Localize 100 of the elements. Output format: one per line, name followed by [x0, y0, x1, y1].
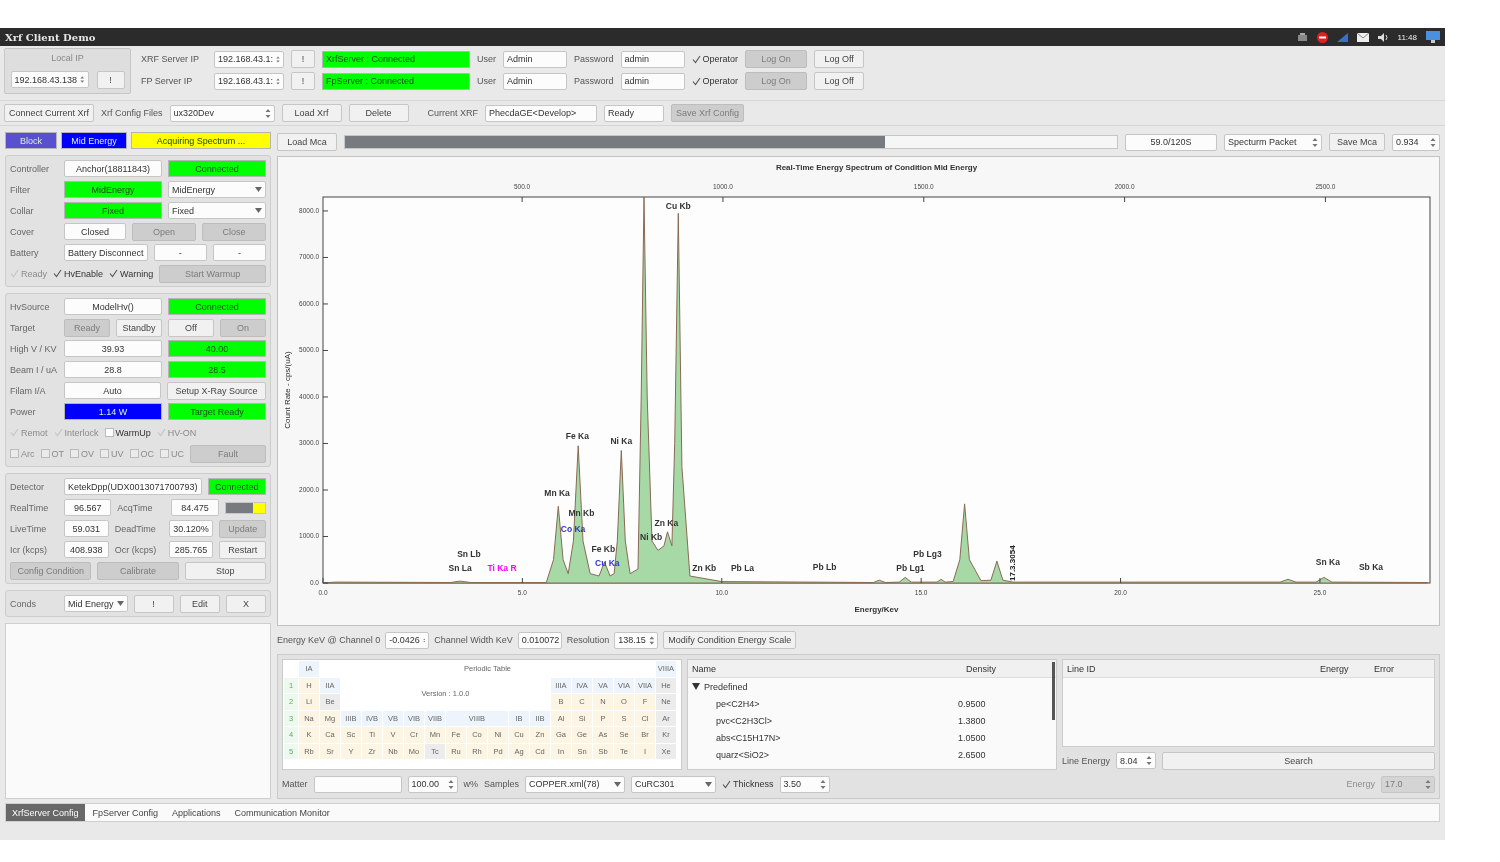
text-field[interactable]: -: [153, 244, 207, 261]
status-indicator: XrfServer : Connected: [322, 50, 470, 68]
text-field[interactable]: 30.120%: [168, 520, 214, 537]
spin-box[interactable]: 100.00: [407, 775, 458, 793]
button[interactable]: Standby: [116, 318, 162, 337]
text-field[interactable]: -: [212, 244, 266, 261]
field-label: FP Server IP: [141, 76, 194, 86]
button[interactable]: Log Off: [814, 72, 865, 90]
button[interactable]: !: [96, 70, 125, 89]
dropdown-arrow-icon[interactable]: [255, 208, 262, 213]
scrollbar[interactable]: [1052, 662, 1055, 720]
button[interactable]: Edit: [179, 594, 220, 613]
dropdown[interactable]: Mid Energy: [64, 595, 128, 612]
button[interactable]: !: [291, 50, 315, 68]
checkbox[interactable]: HvEnable: [53, 268, 104, 279]
checkbox[interactable]: Operator: [691, 76, 739, 86]
tab[interactable]: FpServer Config: [86, 804, 165, 821]
text-field[interactable]: 84.475: [171, 499, 219, 516]
tree-item[interactable]: abs<C15H17N>: [688, 732, 958, 743]
button[interactable]: Load Mca: [277, 133, 337, 151]
checkbox[interactable]: WarmUp: [104, 427, 151, 438]
stop-icon[interactable]: [1316, 31, 1328, 43]
text-field[interactable]: admin: [620, 50, 685, 68]
tree-item[interactable]: pvc<C2H3Cl>: [688, 715, 958, 726]
button[interactable]: Modify Condition Energy Scale: [663, 631, 797, 649]
text-field[interactable]: ModelHv(): [64, 298, 162, 315]
checkbox[interactable]: Operator: [691, 54, 739, 64]
text-field[interactable]: Admin: [503, 50, 567, 68]
text-field[interactable]: Closed: [64, 223, 126, 240]
button[interactable]: Restart: [219, 540, 266, 559]
tab[interactable]: Applications: [166, 804, 227, 821]
text-field[interactable]: 39.93: [64, 340, 162, 357]
checkbox[interactable]: Thickness: [722, 779, 774, 790]
spin-box[interactable]: 0.010072: [517, 631, 562, 649]
dropdown[interactable]: MidEnergy: [168, 181, 266, 198]
spin-box[interactable]: ux320Dev: [169, 104, 275, 122]
text-field[interactable]: PhecdaGE<Develop>: [485, 104, 598, 122]
text-field[interactable]: 285.765: [168, 541, 214, 558]
spin-box[interactable]: 192.168.43.1:: [214, 72, 284, 90]
button[interactable]: Load Xrf: [281, 104, 342, 122]
tab[interactable]: Communication Monitor: [228, 804, 336, 821]
text-field[interactable]: Admin: [503, 72, 567, 90]
text-field[interactable]: 28.8: [64, 361, 162, 378]
button[interactable]: Setup X-Ray Source: [167, 381, 266, 400]
dropdown[interactable]: CuRC301: [631, 775, 717, 793]
dropdown-arrow-icon[interactable]: [255, 187, 262, 192]
checkbox[interactable]: Warning: [109, 268, 154, 279]
peak-label: Sn Ka: [1315, 556, 1340, 567]
peak-label: Cu Kb: [665, 200, 691, 211]
text-field[interactable]: Battery Disconnect: [64, 244, 148, 261]
text-field[interactable]: Auto: [64, 382, 161, 399]
button[interactable]: Off: [168, 318, 214, 337]
spin-box[interactable]: 8.04: [1116, 752, 1156, 770]
tree-item[interactable]: quarz<SiO2>: [688, 749, 958, 760]
text-field[interactable]: Ready: [604, 104, 665, 122]
spin-arrows-icon[interactable]: [447, 778, 454, 790]
spin-arrows-icon[interactable]: [1312, 136, 1318, 148]
button[interactable]: !: [291, 72, 315, 90]
tree-item[interactable]: pe<C2H4>: [688, 698, 958, 709]
button[interactable]: Stop: [184, 561, 266, 580]
text-field[interactable]: 59.0/120S: [1125, 133, 1217, 151]
button[interactable]: X: [225, 594, 266, 613]
signal-icon[interactable]: [1336, 32, 1348, 42]
spin-arrows-icon[interactable]: [648, 634, 655, 646]
dropdown-arrow-icon[interactable]: [614, 781, 622, 787]
text-field[interactable]: admin: [620, 72, 685, 90]
button[interactable]: Save Mca: [1329, 133, 1385, 151]
button[interactable]: Delete: [348, 104, 409, 122]
dropdown-arrow-icon[interactable]: [116, 601, 124, 606]
spin-box[interactable]: Specturm Packet: [1224, 133, 1322, 151]
dropdown[interactable]: Fixed: [168, 202, 266, 219]
spin-box[interactable]: 3.50: [779, 775, 830, 793]
button[interactable]: Log Off: [814, 50, 865, 68]
spin-box[interactable]: 192.168.43.138: [10, 71, 89, 89]
text-field[interactable]: 59.031: [64, 520, 109, 537]
dropdown[interactable]: COPPER.xml(78): [525, 775, 626, 793]
mail-icon[interactable]: [1356, 32, 1369, 42]
dropdown-arrow-icon[interactable]: [705, 781, 713, 787]
expand-icon[interactable]: [692, 683, 700, 690]
volume-icon[interactable]: [1377, 32, 1389, 42]
button[interactable]: !: [133, 594, 174, 613]
button[interactable]: Connect Current Xrf: [4, 104, 95, 122]
text-field[interactable]: 408.938: [64, 541, 109, 558]
text-field[interactable]: 96.567: [64, 499, 112, 516]
spin-arrows-icon[interactable]: [1146, 755, 1152, 767]
text-field[interactable]: Anchor(18811843): [64, 160, 162, 177]
tab[interactable]: XrfServer Config: [6, 804, 85, 821]
spin-arrows-icon[interactable]: [819, 778, 826, 790]
spin-arrows-icon[interactable]: [264, 107, 271, 119]
text-field[interactable]: KetekDpp(UDX0013071700793): [64, 478, 202, 495]
spin-box[interactable]: 138.15: [614, 631, 659, 649]
spin-arrows-icon[interactable]: [1430, 136, 1436, 148]
spin-box[interactable]: 0.934: [1392, 133, 1440, 151]
tree-item[interactable]: Predefined: [704, 681, 748, 692]
device-icon[interactable]: [1296, 32, 1308, 42]
text-field[interactable]: [313, 775, 402, 793]
spin-box[interactable]: -0.0426: [385, 631, 430, 649]
button[interactable]: Search: [1162, 751, 1435, 770]
monitor-icon[interactable]: [1426, 31, 1440, 43]
spin-box[interactable]: 192.168.43.1:: [214, 50, 284, 68]
